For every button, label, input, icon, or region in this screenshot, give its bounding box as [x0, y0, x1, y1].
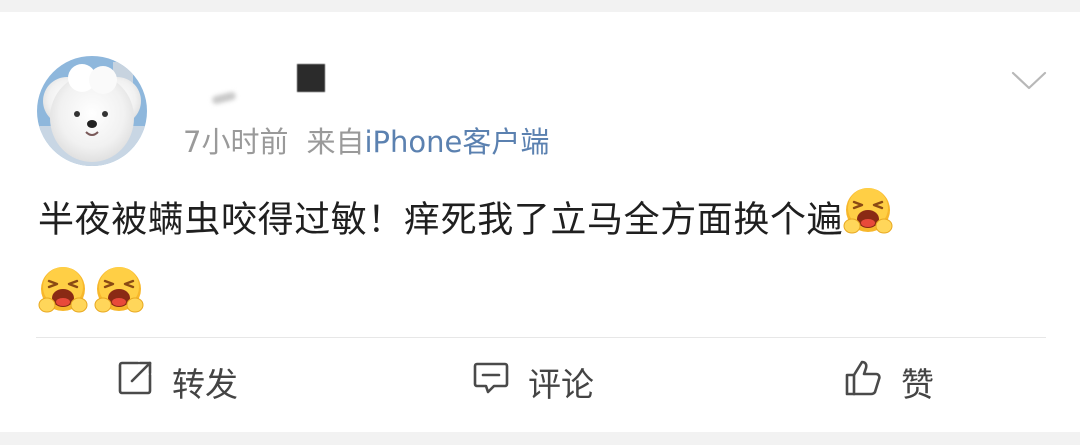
source-client-link[interactable]: iPhone客户端 — [364, 125, 549, 159]
post-body: 半夜被螨虫咬得过敏！痒死我了立马全方面换个遍 — [38, 199, 844, 241]
white-dog-avatar-icon — [37, 56, 147, 166]
crying-face-emoji-icon — [38, 264, 88, 329]
share-icon — [116, 359, 154, 405]
post-text: 半夜被螨虫咬得过敏！痒死我了立马全方面换个遍 — [38, 188, 1048, 329]
repost-label: 转发 — [172, 365, 238, 404]
post-meta: 7小时前 来自iPhone客户端 — [183, 125, 549, 159]
repost-button[interactable]: 转发 — [116, 359, 238, 405]
weibo-post-card: 7小时前来自iPhone客户端 半夜被螨虫咬得过敏！痒死我了立马全方面换个遍 — [0, 12, 1080, 432]
source-prefix: 来自 — [306, 125, 365, 159]
emoji-row — [38, 264, 1048, 329]
crying-face-emoji-icon — [94, 264, 144, 329]
action-bar: 转发 评论 赞 — [0, 338, 1080, 432]
comment-icon — [472, 359, 510, 405]
username-redacted[interactable] — [211, 91, 237, 105]
username-redaction-block — [297, 64, 325, 92]
post-time: 7小时前 — [183, 125, 289, 159]
avatar[interactable] — [37, 56, 147, 166]
crying-face-emoji-icon — [843, 185, 893, 250]
like-button[interactable]: 赞 — [843, 360, 934, 404]
thumbs-up-icon — [843, 358, 883, 406]
like-label: 赞 — [901, 365, 934, 404]
chevron-down-icon[interactable] — [1010, 70, 1048, 92]
comment-button[interactable]: 评论 — [472, 359, 594, 405]
comment-label: 评论 — [528, 365, 594, 404]
